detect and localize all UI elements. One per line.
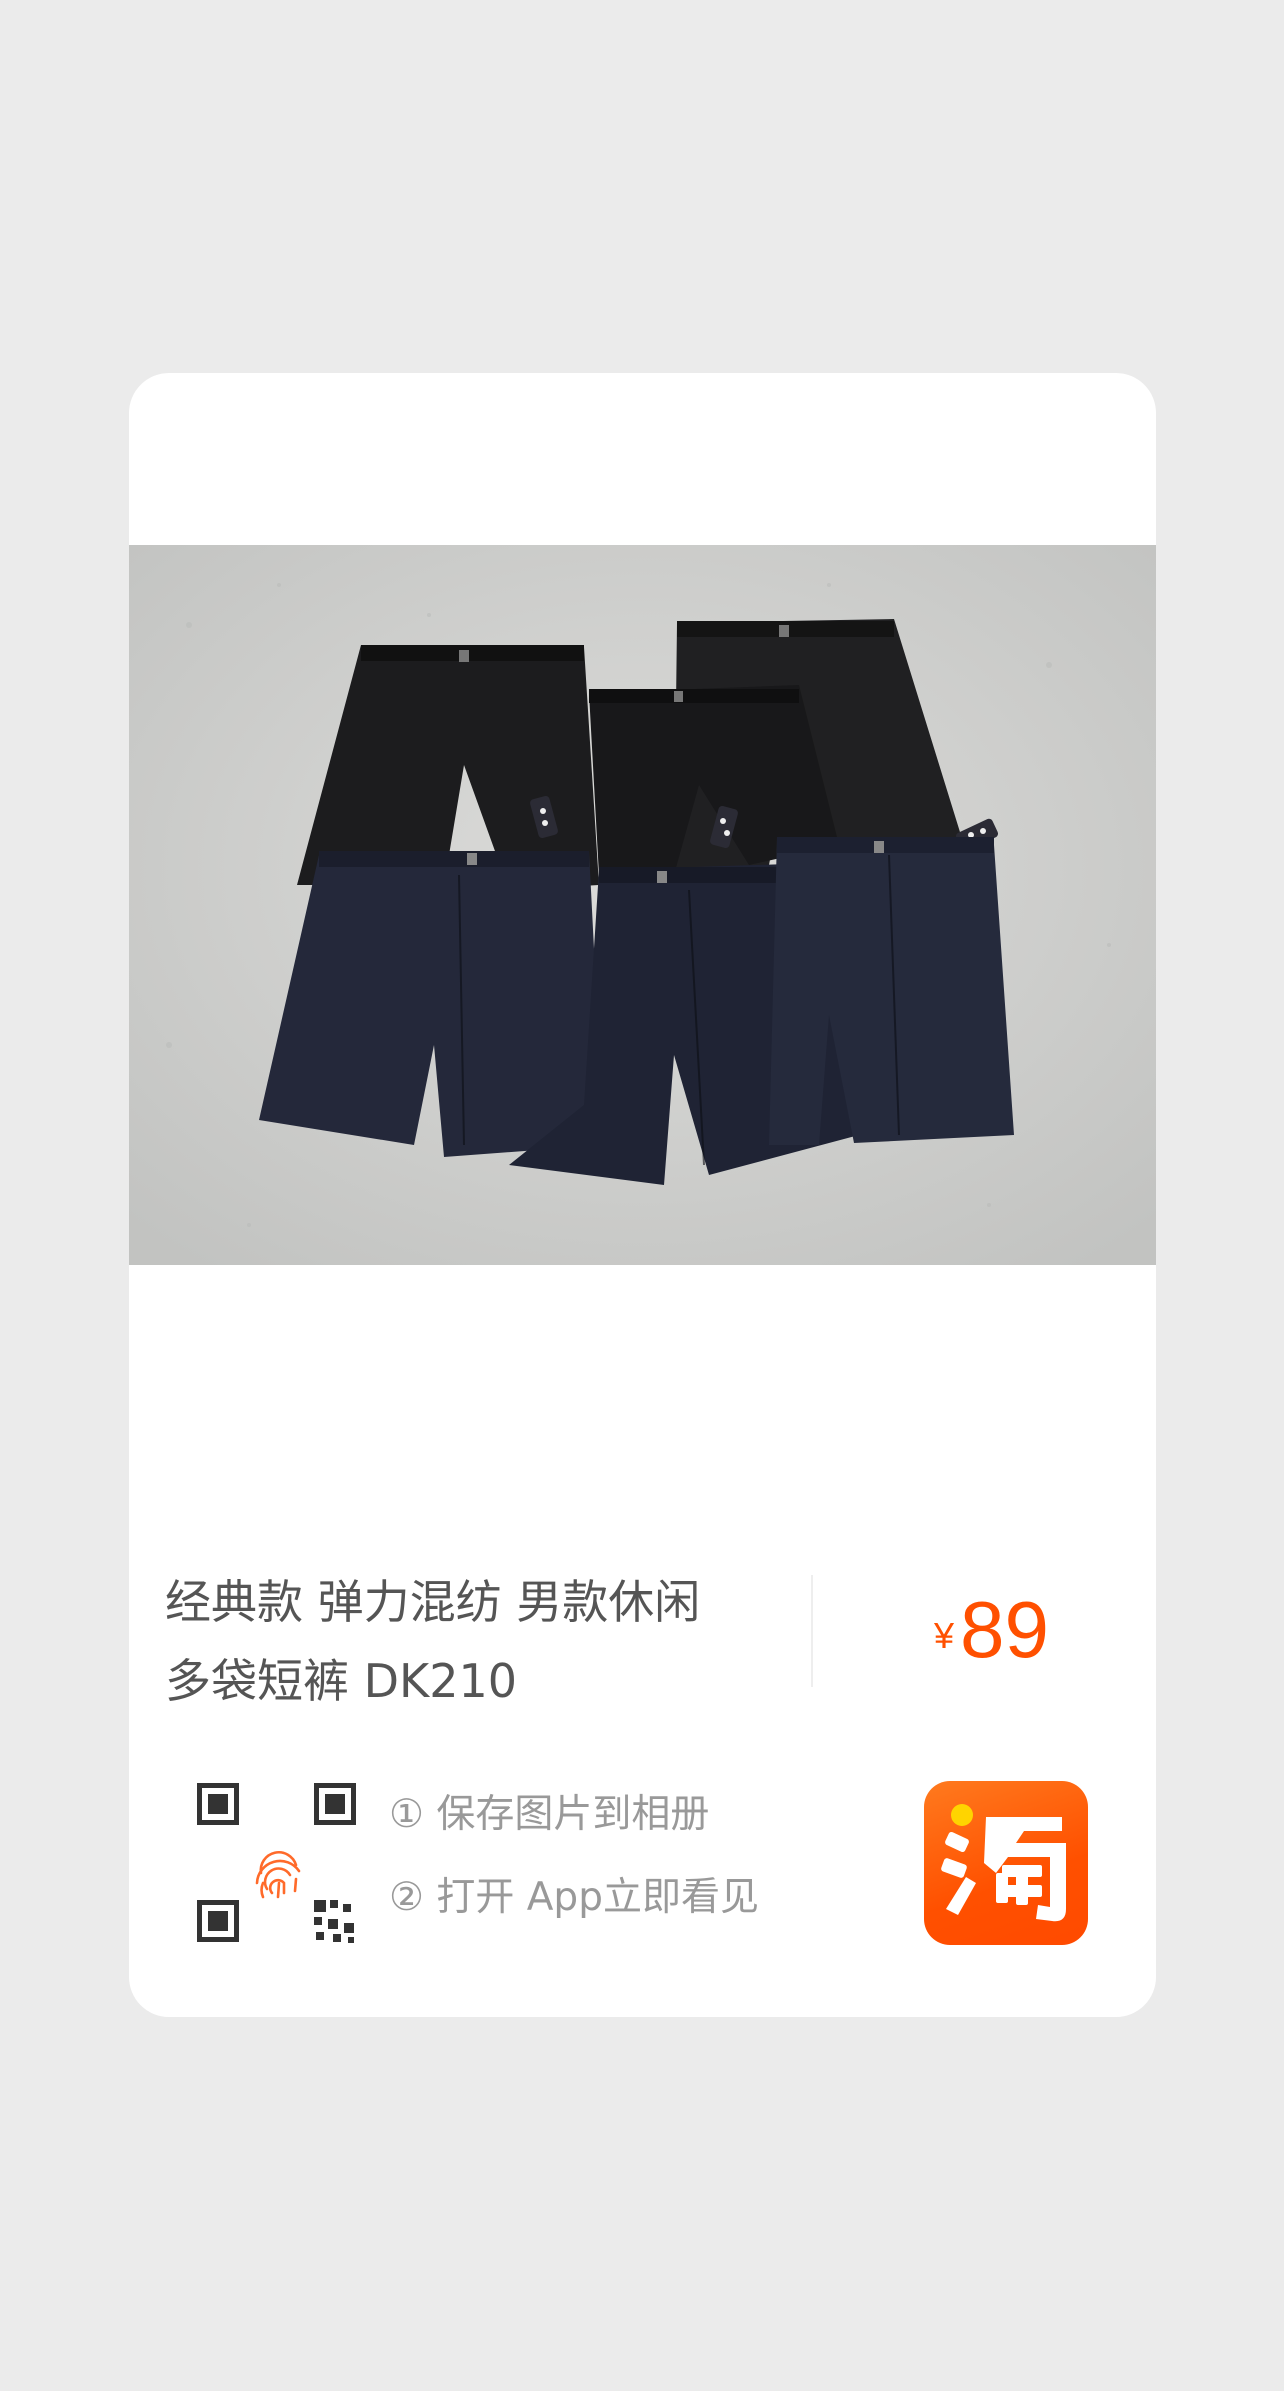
product-title-line1: 经典款 弹力混纺 男款休闲 (165, 1575, 701, 1629)
share-card: 经典款 弹力混纺 男款休闲 多袋短裤 DK210 ¥ 89 ① 保存图片到相册 … (129, 373, 1156, 2017)
price: ¥ 89 (934, 1575, 1049, 1685)
product-title: 经典款 弹力混纺 男款休闲 多袋短裤 DK210 (165, 1563, 805, 1721)
navy-shorts-right (769, 837, 1014, 1145)
product-title-line2: 多袋短裤 DK210 (165, 1654, 518, 1708)
qr-finder-top-left-icon (197, 1783, 239, 1825)
qr-finder-top-right-icon (314, 1783, 356, 1825)
fingerprint-icon (255, 1851, 301, 1899)
open-app-instructions: ① 保存图片到相册 ② 打开 App立即看见 (389, 1773, 759, 1939)
product-image[interactable] (129, 545, 1156, 1265)
instruction-step-1: ① 保存图片到相册 (389, 1792, 710, 1837)
taobao-logo-icon (941, 1804, 1066, 1922)
qr-finder-bottom-left-icon (197, 1900, 239, 1942)
instruction-step-2: ② 打开 App立即看见 (389, 1875, 759, 1920)
taobao-app-icon[interactable] (924, 1781, 1088, 1945)
qr-pattern-bottom-right-icon (314, 1900, 354, 1943)
price-currency: ¥ (934, 1615, 955, 1656)
shorts-photo (129, 545, 1156, 1265)
qr-code-placeholder (193, 1779, 363, 1949)
price-amount: 89 (960, 1585, 1050, 1674)
title-price-divider (811, 1575, 813, 1687)
